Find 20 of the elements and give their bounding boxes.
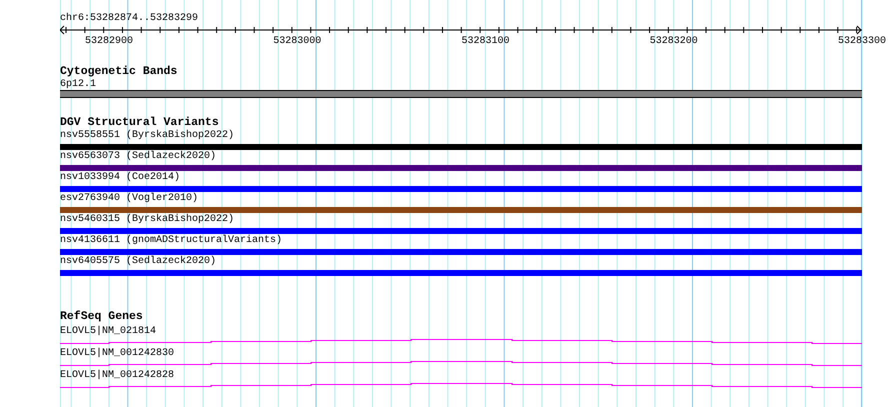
tick-label: 53282900	[85, 36, 133, 48]
transcript-label: ELOVL5|NM_001242830	[60, 349, 174, 359]
transcript-label: ELOVL5|NM_001242828	[60, 371, 174, 381]
band-label: 6p12.1	[60, 80, 96, 90]
location-text: chr6:53282874..53283299	[60, 13, 198, 25]
tick-label: 53283200	[650, 36, 698, 48]
track-title: DGV Structural Variants	[60, 116, 219, 129]
variant-label: nsv5558551 (ByrskaBishop2022)	[60, 131, 234, 141]
variant-label: nsv5460315 (ByrskaBishop2022)	[60, 215, 234, 225]
variant-label: nsv1033994 (Coe2014)	[60, 173, 180, 183]
variant-label: nsv6405575 (Sedlazeck2020)	[60, 257, 216, 267]
variant-label: esv2763940 (Vogler2010)	[60, 194, 198, 204]
tick-label: 53283300	[838, 36, 886, 48]
tick-label: 53283100	[461, 36, 510, 48]
transcript-label: ELOVL5|NM_021814	[60, 327, 156, 337]
track-title: RefSeq Genes	[60, 310, 143, 323]
track-title: Cytogenetic Bands	[60, 65, 178, 78]
variant-label: nsv6563073 (Sedlazeck2020)	[60, 152, 216, 162]
variant-label: nsv4136611 (gnomADStructuralVariants)	[60, 236, 282, 246]
tick-label: 53283000	[273, 36, 322, 48]
